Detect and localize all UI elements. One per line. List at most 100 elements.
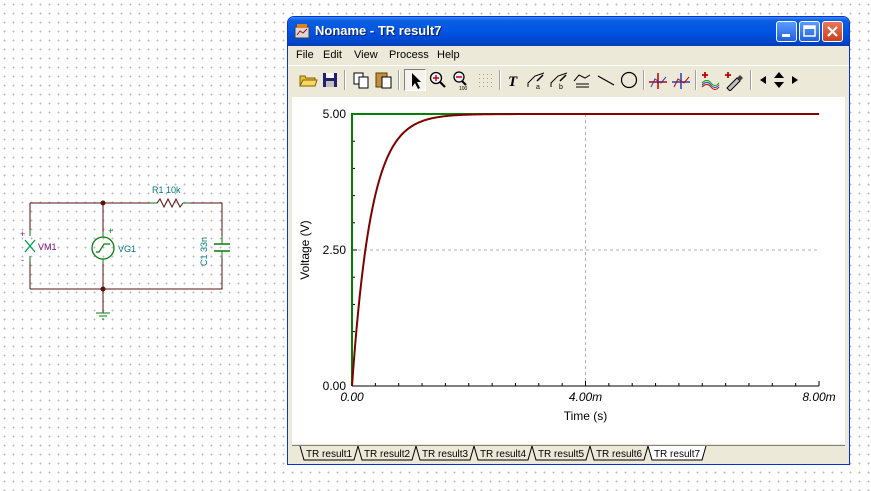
minimize-button[interactable] [776, 21, 797, 42]
tab-label: TR result4 [480, 449, 527, 460]
junction-dot [100, 286, 106, 292]
arrow-left-button[interactable] [756, 69, 770, 91]
ground-symbol [96, 312, 110, 320]
c1-capacitor[interactable] [214, 236, 230, 258]
pointer-icon [412, 73, 421, 89]
cursor-a-button[interactable]: a [525, 69, 547, 91]
vm1-plus: + [20, 229, 25, 239]
minimize-icon [782, 34, 790, 37]
add-curve-icon [701, 72, 720, 90]
zoom-100-button[interactable]: 100 [450, 69, 472, 91]
tab-tr-result2[interactable]: TR result2 [357, 445, 417, 461]
vg1-plus: + [108, 226, 113, 236]
arrow-right-icon [792, 76, 798, 84]
open-button[interactable] [297, 69, 319, 91]
app-window[interactable]: Noname - TR result7 File Edit View Proce… [287, 16, 850, 465]
toolbar: 100 T a b [288, 65, 849, 94]
copy-icon [353, 72, 369, 89]
zoom-in-icon [429, 71, 446, 88]
cursor-list-icon [573, 74, 591, 88]
pick-curve-icon [725, 72, 743, 91]
tab-tr-result5[interactable]: TR result5 [531, 445, 591, 461]
y-tick-label: 2.50 [323, 243, 347, 257]
pointer-button[interactable] [404, 69, 426, 91]
x-axis-label: Time (s) [564, 409, 608, 423]
zoom-100-icon: 100 [453, 71, 468, 91]
maximize-button[interactable] [799, 21, 820, 42]
svg-text:a: a [536, 84, 540, 91]
vm1-voltmeter[interactable] [24, 230, 36, 262]
vg1-label: VG1 [118, 244, 136, 254]
maximize-icon [803, 25, 816, 37]
x-tick-label: 4.00m [569, 390, 602, 404]
title-bar[interactable]: Noname - TR result7 [288, 17, 849, 46]
r1-label: R1 10k [152, 185, 181, 195]
cursor-list-button[interactable] [571, 69, 593, 91]
tab-label: TR result6 [596, 449, 643, 460]
svg-text:T: T [508, 74, 518, 90]
paste-button[interactable] [373, 69, 395, 91]
text-button[interactable]: T [503, 69, 525, 91]
tab-tr-result3[interactable]: TR result3 [415, 445, 475, 461]
grid-icon [479, 74, 492, 87]
tab-tr-result4[interactable]: TR result4 [473, 445, 533, 461]
tab-label: TR result3 [422, 449, 469, 460]
grid-button[interactable] [475, 69, 497, 91]
window-title: Noname - TR result7 [315, 23, 442, 38]
x-tick-label: 8.00m [802, 390, 835, 404]
menu-edit[interactable]: Edit [323, 49, 342, 61]
menu-help[interactable]: Help [437, 49, 460, 61]
tab-label: TR result7 [654, 449, 701, 460]
cursor-a-mark-icon [649, 73, 667, 89]
cursor-b-button[interactable]: b [548, 69, 570, 91]
vg1-generator[interactable] [91, 232, 115, 264]
y-tick-label: 0.00 [323, 379, 347, 393]
arrow-right-button[interactable] [788, 69, 802, 91]
save-icon [323, 73, 337, 87]
zoom-in-button[interactable] [427, 69, 449, 91]
save-button[interactable] [319, 69, 341, 91]
chart-plot[interactable]: 0.00 4.00m 8.00m0.002.505.00Time (s)Voltag… [292, 97, 845, 444]
text-icon: T [508, 74, 518, 90]
svg-text:b: b [559, 84, 563, 91]
line-button[interactable] [595, 69, 617, 91]
arrow-up-down-icon [774, 72, 784, 88]
cursor-b-mark-icon [672, 73, 690, 89]
copy-button[interactable] [350, 69, 372, 91]
vm1-label: VM1 [38, 242, 57, 252]
junction-dot [100, 200, 106, 206]
tab-tr-result1[interactable]: TR result1 [299, 445, 359, 461]
add-curve-button[interactable] [699, 69, 721, 91]
open-icon [299, 75, 318, 87]
circle-button[interactable] [618, 69, 640, 91]
line-icon [597, 75, 615, 86]
app-icon [294, 24, 310, 39]
tab-label: TR result2 [364, 449, 411, 460]
cursor-a-mark-button[interactable] [647, 69, 669, 91]
menu-file[interactable]: File [296, 49, 314, 61]
menu-view[interactable]: View [354, 49, 378, 61]
tab-label: TR result1 [306, 449, 353, 460]
arrow-left-icon [760, 76, 766, 84]
y-axis-label: Voltage (V) [298, 220, 312, 279]
svg-text:100: 100 [459, 86, 468, 91]
vm1-minus: - [21, 255, 24, 265]
tab-tr-result7[interactable]: TR result7 [647, 445, 707, 461]
result-tabs: TR result1 TR result2 TR result3 TR result4… [292, 445, 845, 461]
menu-process[interactable]: Process [389, 49, 429, 61]
schematic-canvas[interactable]: + - VM1 + VG1 R1 10k C1 33n [0, 0, 260, 340]
arrow-up-down-button[interactable] [770, 69, 788, 91]
pick-curve-button[interactable] [722, 69, 744, 91]
r1-resistor[interactable] [150, 197, 190, 209]
menu-bar: File Edit View Process Help [288, 46, 849, 65]
tab-label: TR result5 [538, 449, 585, 460]
c1-label: C1 33n [199, 237, 209, 266]
close-button[interactable] [822, 21, 843, 42]
paste-icon [375, 72, 392, 89]
cursor-b-mark-button[interactable] [670, 69, 692, 91]
tab-tr-result6[interactable]: TR result6 [589, 445, 649, 461]
circle-icon [620, 71, 638, 89]
y-tick-label: 5.00 [323, 107, 347, 121]
close-icon [827, 26, 838, 37]
cursor-b-icon: b [550, 72, 568, 91]
